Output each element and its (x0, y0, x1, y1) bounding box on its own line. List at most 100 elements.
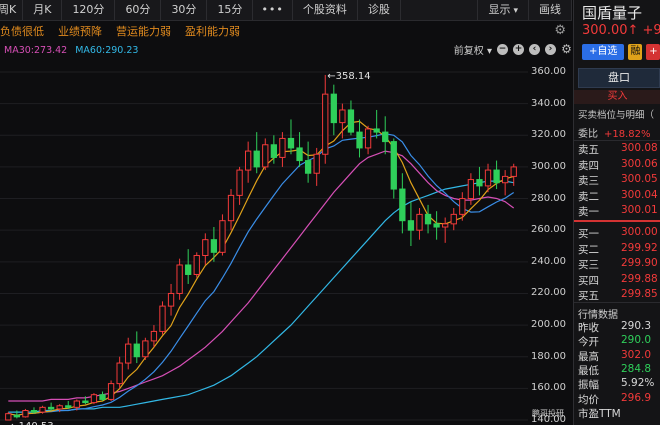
tag-low-debt[interactable]: 负债很低 (0, 23, 44, 39)
candle-body (176, 264, 183, 294)
draw-line-button[interactable]: 画线 (529, 0, 572, 20)
candle-body (185, 264, 192, 275)
candle-body (65, 405, 72, 408)
bid-label: 买一 (578, 228, 599, 240)
candle-body (116, 362, 123, 385)
stat-row[interactable]: 最高 302.0 (578, 349, 660, 364)
tab-diagnose[interactable]: 诊股 (358, 0, 401, 20)
tab-weekly[interactable]: 周K (0, 0, 24, 20)
candle-body (193, 254, 200, 275)
candle-body (30, 410, 38, 413)
stat-row[interactable]: 昨收 290.3 (578, 320, 660, 335)
tab-order-book[interactable]: 盘口 (578, 68, 660, 88)
stock-tags-bar: 负债很低 业绩预降 营运能力弱 盈利能力弱 ⚙ (0, 21, 572, 41)
candle-body (159, 305, 166, 332)
buy-button[interactable]: 买入 (574, 90, 660, 104)
margin-button[interactable]: 融 (628, 44, 643, 60)
display-dropdown[interactable]: 显示 ▾ (478, 0, 529, 20)
watermark: 鹏哥投研 (532, 409, 564, 418)
high-price-label: ←358.14 (327, 71, 370, 82)
gear-icon[interactable]: ⚙ (554, 23, 566, 38)
candle-body (459, 198, 466, 215)
candle-body (510, 166, 517, 177)
adjust-label: 前复权 (453, 46, 484, 57)
tab-60min[interactable]: 60分 (115, 0, 162, 20)
bid-row[interactable]: 买一 300.00 (578, 226, 660, 241)
kline-chart[interactable]: ←358.14 ←140.53 (0, 58, 528, 425)
candle-body (433, 223, 440, 228)
ma10-line (8, 133, 515, 416)
tab-stock-profile[interactable]: 个股资料 (293, 0, 358, 20)
ask-value: 300.01 (621, 204, 658, 216)
settings-icon[interactable]: ⚙ (561, 43, 572, 55)
ask-row[interactable]: 卖三 300.05 (578, 173, 660, 188)
low-price-label: ←140.53 (10, 421, 53, 425)
stat-row[interactable]: 最低 284.8 (578, 363, 660, 378)
scroll-right-icon[interactable]: › (545, 44, 556, 55)
ma30-value: MA30:273.42 (4, 44, 68, 56)
candle-body (322, 93, 329, 155)
ma-legend: MA30:273.42 MA60:290.23 前复权 ▾ − + ‹ › ⚙ (0, 42, 572, 58)
tag-weak-operations[interactable]: 营运能力弱 (116, 23, 171, 39)
ma60-value: MA60:290.23 (75, 44, 139, 56)
weibi-value: +18.82% (604, 129, 651, 140)
weibi-row: 委比 +18.82% (578, 125, 651, 140)
tag-weak-profitability[interactable]: 盈利能力弱 (185, 23, 240, 39)
tab-30min[interactable]: 30分 (161, 0, 208, 20)
candle-body (493, 169, 500, 184)
y-tick-label: 320.00 (531, 129, 566, 141)
candle-body (270, 144, 278, 158)
more-button[interactable]: + (646, 44, 660, 60)
y-tick-label: 260.00 (531, 224, 566, 236)
ask-row[interactable]: 卖五 300.08 (578, 142, 660, 157)
candle-body (236, 169, 243, 196)
stat-row[interactable]: 振幅 5.92% (578, 377, 660, 392)
more-periods-button[interactable]: ••• (253, 0, 293, 20)
bid-row[interactable]: 买四 299.88 (578, 273, 660, 288)
candle-body (210, 239, 218, 253)
y-axis: 360.00 340.00 320.00 300.00 280.00 260.00 240.… (529, 58, 572, 425)
tab-monthly[interactable]: 月K (23, 0, 63, 20)
tab-120min[interactable]: 120分 (62, 0, 116, 20)
toolbar-spacer (401, 0, 479, 20)
candle-body (262, 144, 269, 168)
bid-value: 300.00 (621, 226, 658, 238)
add-watchlist-button[interactable]: +自选 (582, 44, 625, 60)
bid-row[interactable]: 买三 299.90 (578, 257, 660, 272)
scroll-left-icon[interactable]: ‹ (529, 44, 540, 55)
zoom-in-icon[interactable]: + (513, 44, 524, 55)
chevron-down-icon: ▾ (513, 6, 518, 16)
stat-value: 5.92% (621, 377, 655, 390)
bid-row[interactable]: 买二 299.92 (578, 242, 660, 257)
candle-body (227, 194, 235, 222)
bid-value: 299.92 (621, 241, 658, 254)
bid-row[interactable]: 买五 299.85 (578, 288, 660, 303)
ask-row[interactable]: 卖四 300.06 (578, 158, 660, 173)
stat-value: 290.0 (621, 334, 652, 347)
candle-body (133, 343, 140, 358)
stat-label: 市盈TTM (578, 407, 621, 420)
chart-controls: 前复权 ▾ − + ‹ › ⚙ (454, 42, 572, 57)
candle-body (416, 213, 423, 231)
ask-label: 卖四 (578, 159, 599, 172)
stat-row[interactable]: 今开 290.0 (578, 334, 660, 349)
stat-row[interactable]: 市盈TTM (578, 406, 660, 421)
stat-label: 今开 (578, 336, 599, 349)
candle-body (99, 394, 106, 400)
candle-body (313, 153, 320, 174)
zoom-out-icon[interactable]: − (497, 44, 508, 55)
tab-15min[interactable]: 15分 (207, 0, 254, 20)
tag-earnings-decline[interactable]: 业绩预降 (58, 23, 102, 39)
candle-body (373, 128, 380, 133)
stat-row[interactable]: 均价 296.9 (578, 392, 660, 407)
candle-body (356, 131, 363, 149)
ask-row[interactable]: 卖二 300.04 (578, 189, 660, 204)
ask-label: 卖二 (578, 190, 599, 203)
ask-row[interactable]: 卖一 300.01 (578, 204, 660, 219)
candle-body (484, 169, 492, 187)
depth-detail-label[interactable]: 买卖档位与明细（ (578, 107, 654, 121)
stat-value: 302.0 (621, 348, 652, 361)
adjust-dropdown[interactable]: 前复权 ▾ (454, 42, 492, 57)
candle-body (167, 292, 175, 307)
candle-body (424, 213, 432, 225)
